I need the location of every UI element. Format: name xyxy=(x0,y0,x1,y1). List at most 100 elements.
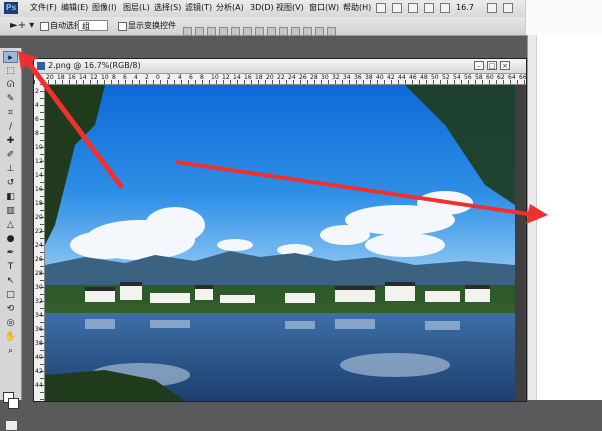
pen-tool-icon[interactable]: ✒ xyxy=(3,247,18,259)
minimize-button[interactable]: – xyxy=(474,61,484,70)
maximize-button[interactable]: □ xyxy=(487,61,497,70)
history-brush-tool-icon[interactable]: ↺ xyxy=(3,177,18,189)
ruler-label: 6 xyxy=(35,116,39,123)
distribute-hcenter-icon[interactable] xyxy=(303,27,312,36)
canvas-image[interactable] xyxy=(45,85,515,401)
type-tool-icon[interactable]: T xyxy=(3,261,18,273)
align-top-icon[interactable] xyxy=(183,27,192,36)
distribute-right-icon[interactable] xyxy=(315,27,324,36)
ruler-label: 34 xyxy=(343,74,351,81)
document-title: 2.png @ 16.7%(RGB/8) xyxy=(48,61,141,70)
arrange-documents-icon[interactable] xyxy=(440,3,450,13)
ruler-label: 4 xyxy=(178,74,182,81)
align-bottom-icon[interactable] xyxy=(207,27,216,36)
ruler-label: 28 xyxy=(310,74,318,81)
panel-collapse-strip[interactable] xyxy=(528,35,537,400)
distribute-vcenter-icon[interactable] xyxy=(267,27,276,36)
auto-align-icon[interactable] xyxy=(327,27,336,36)
brush-tool-icon[interactable]: ✐ xyxy=(3,149,18,161)
ruler-label: 18 xyxy=(255,74,263,81)
align-left-icon[interactable] xyxy=(219,27,228,36)
zoom-tool-icon[interactable]: ⌕ xyxy=(3,345,18,357)
eyedropper-tool-icon[interactable]: ∕ xyxy=(3,121,18,133)
distribute-bottom-icon[interactable] xyxy=(279,27,288,36)
document-icon xyxy=(37,62,45,70)
ruler-label: 12 xyxy=(222,74,230,81)
crop-tool-icon[interactable]: ⌗ xyxy=(3,107,18,119)
path-selection-tool-icon[interactable]: ↖ xyxy=(3,275,18,287)
ruler-label: 60 xyxy=(486,74,494,81)
quick-select-tool-icon[interactable]: ✎ xyxy=(3,93,18,105)
bridge-icon[interactable] xyxy=(376,3,386,13)
move-tool-icon[interactable]: ▸ xyxy=(3,51,18,63)
ruler-label: 24 xyxy=(35,242,43,249)
close-button[interactable]: × xyxy=(500,61,510,70)
hand-tool-icon[interactable]: ✋ xyxy=(3,331,18,343)
zoom-level-icon[interactable] xyxy=(424,3,434,13)
hand-tool-icon[interactable] xyxy=(487,3,497,13)
ruler-label: 2 xyxy=(35,88,39,95)
vertical-ruler: 2 4 6 8 10 12 14 16 18 20 22 24 26 28 30 32 34 36 38 40 42 44 xyxy=(34,84,45,401)
view-extras-icon[interactable] xyxy=(408,3,418,13)
gradient-tool-icon[interactable]: ▥ xyxy=(3,205,18,217)
ruler-label: 62 xyxy=(497,74,505,81)
options-bar: ►+ ▾ 自动选择: 组 显示变换控件 xyxy=(0,17,602,36)
ruler-label: 8 xyxy=(35,130,39,137)
ruler-label: 56 xyxy=(464,74,472,81)
menu-file[interactable]: 文件(F) xyxy=(30,2,57,14)
menu-layer[interactable]: 图层(L) xyxy=(123,2,150,14)
ruler-label: 18 xyxy=(57,74,65,81)
menu-help[interactable]: 帮助(H) xyxy=(343,2,371,14)
ruler-label: 36 xyxy=(35,326,43,333)
menu-view[interactable]: 视图(V) xyxy=(276,2,304,14)
lasso-tool-icon[interactable]: ᘏ xyxy=(3,79,18,91)
align-buttons xyxy=(183,21,339,36)
ruler-label: 4 xyxy=(134,74,138,81)
auto-select-dropdown[interactable]: 组 xyxy=(78,20,108,31)
ruler-label: 22 xyxy=(277,74,285,81)
ruler-label: 64 xyxy=(508,74,516,81)
align-right-icon[interactable] xyxy=(243,27,252,36)
menu-3d[interactable]: 3D(D) xyxy=(250,2,274,14)
ruler-label: 26 xyxy=(299,74,307,81)
rectangle-tool-icon[interactable]: □ xyxy=(3,289,18,301)
menu-edit[interactable]: 编辑(E) xyxy=(61,2,88,14)
move-tool-preset-icon[interactable]: ►+ ▾ xyxy=(10,20,34,32)
menu-image[interactable]: 图像(I) xyxy=(92,2,117,14)
ruler-label: 44 xyxy=(35,382,43,389)
zoom-readout[interactable]: 16.7 xyxy=(456,2,486,14)
menu-bar: Ps 文件(F) 编辑(E) 图像(I) 图层(L) 选择(S) 滤镜(T) 分… xyxy=(0,0,602,18)
mini-bridge-icon[interactable] xyxy=(392,3,402,13)
eraser-tool-icon[interactable]: ◧ xyxy=(3,191,18,203)
quick-mask-icon[interactable] xyxy=(5,420,18,431)
ruler-label: 32 xyxy=(35,298,43,305)
ruler-label: 66 xyxy=(519,74,526,81)
align-hcenter-icon[interactable] xyxy=(231,27,240,36)
distribute-top-icon[interactable] xyxy=(255,27,264,36)
ruler-label: 12 xyxy=(90,74,98,81)
marquee-tool-icon[interactable]: ⬚ xyxy=(3,65,18,77)
healing-brush-tool-icon[interactable]: ✚ xyxy=(3,135,18,147)
dodge-tool-icon[interactable]: ● xyxy=(3,233,18,245)
menu-filter[interactable]: 滤镜(T) xyxy=(185,2,212,14)
align-vcenter-icon[interactable] xyxy=(195,27,204,36)
document-window: 2.png @ 16.7%(RGB/8) – □ × 20 18 16 14 12 10 8… xyxy=(33,58,527,402)
ruler-label: 8 xyxy=(200,74,204,81)
distribute-left-icon[interactable] xyxy=(291,27,300,36)
document-tab[interactable]: 2.png @ 16.7%(RGB/8) – □ × xyxy=(34,59,526,74)
menu-analysis[interactable]: 分析(A) xyxy=(216,2,244,14)
workspace-area xyxy=(525,0,602,17)
ruler-label: 32 xyxy=(332,74,340,81)
3d-orbit-tool-icon[interactable]: ◎ xyxy=(3,317,18,329)
show-transform-checkbox[interactable] xyxy=(118,22,127,31)
rotate-view-icon[interactable] xyxy=(503,3,513,13)
ruler-label: 30 xyxy=(321,74,329,81)
ruler-label: 14 xyxy=(233,74,241,81)
3d-rotate-tool-icon[interactable]: ⟲ xyxy=(3,303,18,315)
clone-stamp-tool-icon[interactable]: ⊥ xyxy=(3,163,18,175)
blur-tool-icon[interactable]: △ xyxy=(3,219,18,231)
menu-select[interactable]: 选择(S) xyxy=(154,2,181,14)
menu-window[interactable]: 窗口(W) xyxy=(309,2,339,14)
ruler-label: 42 xyxy=(35,368,43,375)
auto-select-checkbox[interactable] xyxy=(40,22,49,31)
